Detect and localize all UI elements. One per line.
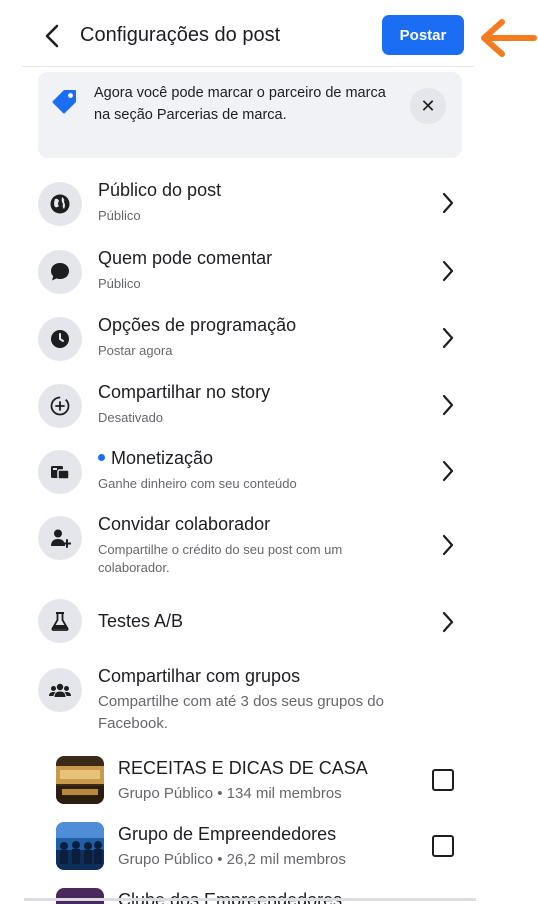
header-divider (22, 66, 474, 67)
group-name: Grupo de Empreendedores (118, 824, 337, 844)
setting-subtitle: Ganhe dinheiro com seu conteúdo (98, 476, 297, 491)
setting-invite-collaborator[interactable]: Convidar colaborador Compartilhe o crédi… (0, 512, 538, 578)
back-button[interactable] (38, 20, 66, 52)
globe-icon (38, 182, 82, 226)
brand-partner-banner: Agora você pode marcar o parceiro de mar… (38, 72, 462, 158)
setting-title: Público do post (98, 180, 222, 200)
setting-title: Convidar colaborador (98, 514, 271, 534)
arrow-pointer-icon (481, 19, 537, 57)
group-thumbnail (56, 822, 104, 870)
group-info: Grupo Público • 26,2 mil membros (118, 851, 346, 868)
flask-icon (38, 599, 82, 643)
chevron-right-icon (438, 190, 458, 216)
banner-close-button[interactable]: ✕ (410, 88, 446, 124)
banner-text: Agora você pode marcar o parceiro de mar… (94, 85, 386, 123)
setting-subtitle: Compartilhe com até 3 dos seus grupos do… (98, 693, 384, 732)
monetization-icon (38, 450, 82, 494)
setting-title: Testes A/B (98, 611, 184, 631)
setting-subtitle: Público (98, 208, 141, 223)
setting-title: Compartilhar com grupos (98, 666, 301, 686)
setting-post-audience[interactable]: Público do post Público (0, 178, 538, 234)
setting-scheduling-options[interactable]: Opções de programação Postar agora (0, 313, 538, 369)
setting-title: Monetização (98, 448, 213, 469)
group-checkbox[interactable] (432, 835, 454, 857)
setting-share-with-groups: Compartilhar com grupos Compartilhe com … (0, 664, 538, 738)
setting-title: Quem pode comentar (98, 248, 273, 268)
setting-subtitle: Compartilhe o crédito do seu post com um… (98, 542, 343, 575)
new-indicator-dot (98, 453, 105, 461)
group-info: Grupo Público • 134 mil membros (118, 785, 342, 802)
setting-share-to-story[interactable]: Compartilhar no story Desativado (0, 380, 538, 436)
group-checkbox[interactable] (432, 769, 454, 791)
setting-monetization[interactable]: Monetização Ganhe dinheiro com seu conte… (0, 446, 538, 502)
group-thumbnail (56, 888, 104, 904)
chevron-right-icon (438, 392, 458, 418)
add-person-icon (38, 516, 82, 560)
top-bar: Configurações do post Postar (0, 0, 538, 68)
group-name: Clube dos Empreendedores (118, 890, 343, 904)
setting-who-can-comment[interactable]: Quem pode comentar Público (0, 246, 538, 302)
chevron-right-icon (438, 458, 458, 484)
page-title: Configurações do post (80, 24, 281, 46)
setting-subtitle: Público (98, 276, 141, 291)
chevron-left-icon (45, 24, 59, 48)
group-item[interactable]: RECEITAS E DICAS DE CASA Grupo Público •… (0, 752, 538, 812)
close-icon: ✕ (420, 95, 436, 116)
chevron-right-icon (438, 325, 458, 351)
setting-title: Opções de programação (98, 315, 297, 335)
post-button[interactable]: Postar (382, 15, 464, 55)
story-plus-icon (38, 384, 82, 428)
setting-title-text: Monetização (111, 448, 214, 468)
setting-subtitle: Desativado (98, 410, 164, 425)
group-thumbnail (56, 756, 104, 804)
chevron-right-icon (438, 258, 458, 284)
group-item[interactable]: Clube dos Empreendedores (0, 884, 538, 904)
chevron-right-icon (438, 532, 458, 558)
setting-title: Compartilhar no story (98, 382, 271, 402)
setting-ab-tests[interactable]: Testes A/B (0, 597, 538, 647)
group-item[interactable]: Grupo de Empreendedores Grupo Público • … (0, 818, 538, 878)
comment-icon (38, 250, 82, 294)
groups-icon (38, 668, 82, 712)
group-name: RECEITAS E DICAS DE CASA (118, 758, 368, 778)
setting-subtitle: Postar agora (98, 343, 173, 358)
chevron-right-icon (438, 609, 458, 635)
tag-icon (52, 90, 76, 114)
clock-icon (38, 317, 82, 361)
bottom-divider (24, 898, 476, 901)
